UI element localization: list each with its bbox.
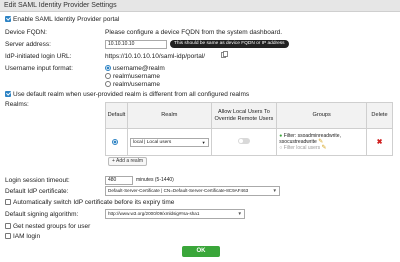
- signing-algo-select[interactable]: http://www.w3.org/2000/09/xmldsig#rsa-sh…: [105, 209, 245, 219]
- auto-switch-row[interactable]: Automatically switch IdP certificate bef…: [5, 198, 174, 207]
- column-groups: Groups: [276, 102, 368, 129]
- column-default: Default: [105, 102, 128, 129]
- window-title: Edit SAML Identity Provider Settings: [0, 0, 400, 12]
- session-timeout-label: Login session timeout:: [5, 177, 70, 184]
- signing-algo-label: Default signing algorithm:: [5, 211, 79, 218]
- use-default-realm-row[interactable]: Use default realm when user-provided rea…: [5, 90, 249, 99]
- default-cell: [105, 128, 128, 156]
- groups-cell: ● Filter: ssoadminreadwrite, ssocustread…: [276, 128, 368, 156]
- copy-icon-svg: [221, 51, 228, 58]
- iam-login-label: IAM login: [13, 233, 41, 240]
- username-format-label: Username input format:: [5, 65, 73, 72]
- chevron-down-icon: ▼: [201, 139, 206, 145]
- add-realm-button[interactable]: + Add a realm: [108, 157, 147, 166]
- device-fqdn-value: Please configure a device FQDN from the …: [105, 29, 283, 36]
- session-timeout-input[interactable]: 480: [105, 176, 133, 185]
- idp-url-value: https://10.10.10.10/saml-idp/portal/: [105, 53, 206, 60]
- device-fqdn-label: Device FQDN:: [5, 29, 47, 36]
- allow-override-cell: [210, 128, 278, 156]
- realms-table: Default Realm Allow Local Users To Overr…: [105, 102, 393, 156]
- enable-portal-checkbox[interactable]: [5, 16, 11, 22]
- session-timeout-hint: minutes (5-1440): [136, 177, 174, 183]
- column-allow-override: Allow Local Users To Override Remote Use…: [210, 102, 278, 129]
- radio-unselected[interactable]: [105, 81, 111, 87]
- column-delete: Delete: [366, 102, 393, 129]
- delete-icon[interactable]: ✖: [377, 139, 383, 146]
- default-cert-label: Default IdP certificate:: [5, 188, 69, 195]
- radio-empty-icon: ○: [279, 145, 283, 151]
- use-default-realm-checkbox[interactable]: [5, 91, 11, 97]
- radio-unselected[interactable]: [105, 73, 111, 79]
- auto-switch-label: Automatically switch IdP certificate bef…: [13, 199, 175, 206]
- username-format-option-3[interactable]: realm/username: [105, 80, 160, 89]
- auto-switch-checkbox[interactable]: [5, 199, 11, 205]
- iam-login-row[interactable]: IAM login: [5, 232, 40, 241]
- use-default-realm-label: Use default realm when user-provided rea…: [13, 91, 250, 98]
- ok-button[interactable]: OK: [182, 246, 220, 257]
- groups-filter-placeholder[interactable]: ○ Filter local users ✎: [279, 145, 364, 151]
- chevron-down-icon: ▼: [272, 188, 277, 193]
- nested-groups-checkbox[interactable]: [5, 223, 11, 229]
- enable-portal-row[interactable]: Enable SAML Identity Provider portal: [5, 15, 119, 24]
- enable-portal-label: Enable SAML Identity Provider portal: [13, 16, 120, 23]
- table-row: local | Local users ▼ ● Filter: ssoadmin…: [105, 128, 393, 156]
- delete-cell: ✖: [366, 128, 393, 156]
- realm-cell: local | Local users ▼: [126, 128, 212, 156]
- nested-groups-row[interactable]: Get nested groups for user: [5, 222, 90, 231]
- server-address-label: Server address:: [5, 41, 51, 48]
- realms-label: Realms:: [5, 101, 29, 108]
- realm-select[interactable]: local | Local users ▼: [129, 137, 209, 147]
- groups-filter[interactable]: ● Filter: ssoadminreadwrite, ssocustread…: [279, 133, 364, 145]
- server-address-input[interactable]: 10.10.10.10: [105, 40, 167, 49]
- default-radio[interactable]: [112, 138, 119, 145]
- idp-url-label: IdP-initiated login URL:: [5, 53, 72, 60]
- column-realm: Realm: [126, 102, 212, 129]
- nested-groups-label: Get nested groups for user: [13, 223, 91, 230]
- server-address-tooltip: This should be same as device FQDN or IP…: [170, 40, 289, 48]
- iam-login-checkbox[interactable]: [5, 233, 11, 239]
- radio-selected[interactable]: [105, 65, 111, 71]
- copy-icon[interactable]: [221, 51, 228, 62]
- chevron-down-icon: ▼: [237, 211, 242, 216]
- pencil-icon[interactable]: ✎: [322, 145, 327, 151]
- default-cert-select[interactable]: Default-Server-Certificate | CN=Default-…: [105, 186, 280, 196]
- allow-override-toggle[interactable]: [237, 138, 250, 144]
